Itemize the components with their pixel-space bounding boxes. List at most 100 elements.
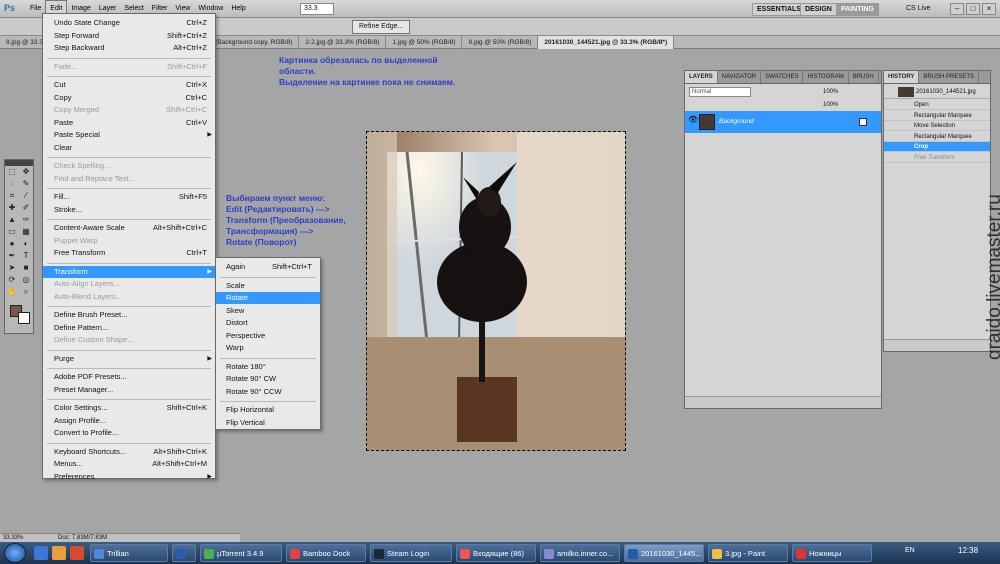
taskbar-button-20161030-1445[interactable]: 20161030_1445...	[624, 544, 704, 562]
stamp-tool-icon[interactable]: ▲	[6, 215, 18, 225]
quick-select-icon[interactable]: ✎	[20, 179, 32, 189]
taskbar-button-app[interactable]	[172, 544, 196, 562]
edit-menu-item-copy[interactable]: Copy Ctrl+C	[43, 92, 215, 104]
history-state-free-transform[interactable]: Free Transform	[884, 153, 990, 163]
edit-menu-item-color-settings[interactable]: Color Settings... Shift+Ctrl+K	[43, 402, 215, 414]
close-icon[interactable]: ×	[982, 3, 996, 15]
eyedropper-icon[interactable]: ⁄	[20, 191, 32, 201]
zoom-tool-icon[interactable]: ⌕	[20, 287, 32, 297]
lasso-tool-icon[interactable]: ◌	[6, 179, 18, 189]
edit-menu-item-clear[interactable]: Clear	[43, 142, 215, 154]
transform-item-rotate-90-ccw[interactable]: Rotate 90° CCW	[216, 386, 320, 398]
media-player-icon[interactable]	[70, 546, 84, 560]
3d-rotate-icon[interactable]: ⟳	[6, 275, 18, 285]
transform-item-rotate[interactable]: Rotate	[216, 292, 320, 304]
hand-tool-icon[interactable]: ✋	[6, 287, 18, 297]
pen-tool-icon[interactable]: ✒	[6, 251, 18, 261]
edit-menu-item-convert-to-profile[interactable]: Convert to Profile...	[43, 427, 215, 439]
tab-layers[interactable]: LAYERS	[685, 71, 718, 83]
crop-tool-icon[interactable]: ⌗	[6, 191, 18, 201]
tools-panel-grip[interactable]	[5, 160, 33, 166]
zoom-level-field[interactable]: 33.3	[300, 3, 334, 15]
move-tool-icon[interactable]: ✥	[20, 167, 32, 177]
transform-item-flip-horizontal[interactable]: Flip Horizontal	[216, 404, 320, 416]
history-state-rectangular-marquee[interactable]: Rectangular Marquee	[884, 132, 990, 142]
tab-brush[interactable]: BRUSH	[849, 71, 879, 83]
minimize-icon[interactable]: –	[950, 3, 964, 15]
workspace-essentials[interactable]: ESSENTIALS	[752, 3, 806, 16]
edit-menu-item-paste[interactable]: Paste Ctrl+V	[43, 117, 215, 129]
taskbar-button-app[interactable]: Ножницы	[792, 544, 872, 562]
visibility-eye-icon[interactable]: 👁	[688, 115, 698, 127]
eraser-tool-icon[interactable]: ▭	[6, 227, 18, 237]
3d-orbit-icon[interactable]: ◎	[20, 275, 32, 285]
system-clock[interactable]: 12:38	[958, 546, 978, 555]
history-snapshot[interactable]: 20161030_144521.jpg	[884, 85, 990, 99]
tab-history[interactable]: HISTORY	[884, 71, 920, 83]
transform-item-perspective[interactable]: Perspective	[216, 330, 320, 342]
history-state-move-selection[interactable]: Move Selection	[884, 121, 990, 131]
taskbar-button-86[interactable]: Входящие (86)	[456, 544, 536, 562]
edit-menu-item-purge[interactable]: Purge ▶	[43, 353, 215, 365]
edit-menu-item-stroke[interactable]: Stroke...	[43, 204, 215, 216]
transform-item-skew[interactable]: Skew	[216, 305, 320, 317]
edit-menu-item-define-pattern[interactable]: Define Pattern...	[43, 322, 215, 334]
document-tab[interactable]: 20161030_144521.jpg @ 33.3% (RGB/8*)	[538, 36, 675, 49]
history-state-crop[interactable]: Crop	[884, 142, 990, 152]
transform-item-again[interactable]: Again Shift+Ctrl+T	[216, 261, 320, 273]
edit-menu-item-free-transform[interactable]: Free Transform Ctrl+T	[43, 247, 215, 259]
opacity-field[interactable]: 100%	[823, 87, 838, 97]
edit-menu-item-define-brush-preset[interactable]: Define Brush Preset...	[43, 309, 215, 321]
fill-field[interactable]: 100%	[823, 100, 838, 110]
edit-menu-item-content-aware-scale[interactable]: Content-Aware Scale Alt+Shift+Ctrl+C	[43, 222, 215, 234]
taskbar-button-bamboo-dock[interactable]: Bamboo Dock	[286, 544, 366, 562]
history-state-rectangular-marquee[interactable]: Rectangular Marquee	[884, 111, 990, 121]
healing-brush-icon[interactable]: ✚	[6, 203, 18, 213]
brush-tool-icon[interactable]: ✐	[20, 203, 32, 213]
edit-menu-item-cut[interactable]: Cut Ctrl+X	[43, 79, 215, 91]
history-state-open[interactable]: Open	[884, 100, 990, 110]
taskbar-button-trillian[interactable]: Trillian	[90, 544, 168, 562]
menu-help[interactable]: Help	[227, 0, 249, 18]
blur-tool-icon[interactable]: ●	[6, 239, 18, 249]
workspace-painting[interactable]: PAINTING	[836, 3, 879, 16]
dodge-tool-icon[interactable]: ◐	[20, 239, 32, 249]
edit-menu-item-transform[interactable]: Transform ▶	[43, 265, 215, 278]
refine-edge-button[interactable]: Refine Edge...	[352, 20, 411, 34]
start-button-icon[interactable]	[4, 543, 26, 563]
history-brush-icon[interactable]: ✑	[20, 215, 32, 225]
tab-navigator[interactable]: NAVIGATOR	[718, 71, 762, 83]
marquee-tool-icon[interactable]: ⬚	[6, 167, 18, 177]
document-image[interactable]	[366, 131, 626, 451]
workspace-design[interactable]: DESIGN	[800, 3, 837, 16]
tab-brush-presets[interactable]: BRUSH PRESETS	[919, 71, 980, 83]
edit-menu-item-step-backward[interactable]: Step Backward Alt+Ctrl+Z	[43, 42, 215, 54]
type-tool-icon[interactable]: T	[20, 251, 32, 261]
gradient-tool-icon[interactable]: ▦	[20, 227, 32, 237]
edit-menu-item-menus[interactable]: Menus... Alt+Shift+Ctrl+M	[43, 458, 215, 470]
transform-item-flip-vertical[interactable]: Flip Vertical	[216, 417, 320, 429]
edit-menu-item-assign-profile[interactable]: Assign Profile...	[43, 415, 215, 427]
folder-icon[interactable]	[52, 546, 66, 560]
edit-menu-item-preferences[interactable]: Preferences ▶	[43, 471, 215, 483]
edit-menu-item-step-forward[interactable]: Step Forward Shift+Ctrl+Z	[43, 30, 215, 42]
edit-menu-item-fill[interactable]: Fill... Shift+F5	[43, 191, 215, 203]
document-tab[interactable]: 8.jpg @ 50% (RGB/8)	[462, 36, 539, 49]
edit-menu-item-undo-state-change[interactable]: Undo State Change Ctrl+Z	[43, 17, 215, 29]
taskbar-button-amilko-inner-co[interactable]: amilko.inner.co...	[540, 544, 620, 562]
edit-menu-item-paste-special[interactable]: Paste Special ▶	[43, 129, 215, 141]
document-tab[interactable]: 2-2.jpg @ 33.3% (RGB/8)	[299, 36, 387, 49]
tab-swatches[interactable]: SWATCHES	[761, 71, 804, 83]
document-tab[interactable]: 1.jpg @ 50% (RGB/8)	[386, 36, 463, 49]
tab-histogram[interactable]: HISTOGRAM	[803, 71, 849, 83]
transform-item-distort[interactable]: Distort	[216, 317, 320, 329]
edit-menu-item-preset-manager[interactable]: Preset Manager...	[43, 384, 215, 396]
transform-item-warp[interactable]: Warp	[216, 342, 320, 354]
shape-tool-icon[interactable]: ■	[20, 263, 32, 273]
maximize-icon[interactable]: □	[966, 3, 980, 15]
edit-menu-item-keyboard-shortcuts[interactable]: Keyboard Shortcuts... Alt+Shift+Ctrl+K	[43, 446, 215, 458]
taskbar-button-torrent-3-4-9[interactable]: µTorrent 3.4.9	[200, 544, 282, 562]
language-indicator[interactable]: EN	[905, 547, 915, 554]
blend-mode-select[interactable]: Normal	[689, 87, 751, 97]
transform-item-rotate-90-cw[interactable]: Rotate 90° CW	[216, 373, 320, 385]
